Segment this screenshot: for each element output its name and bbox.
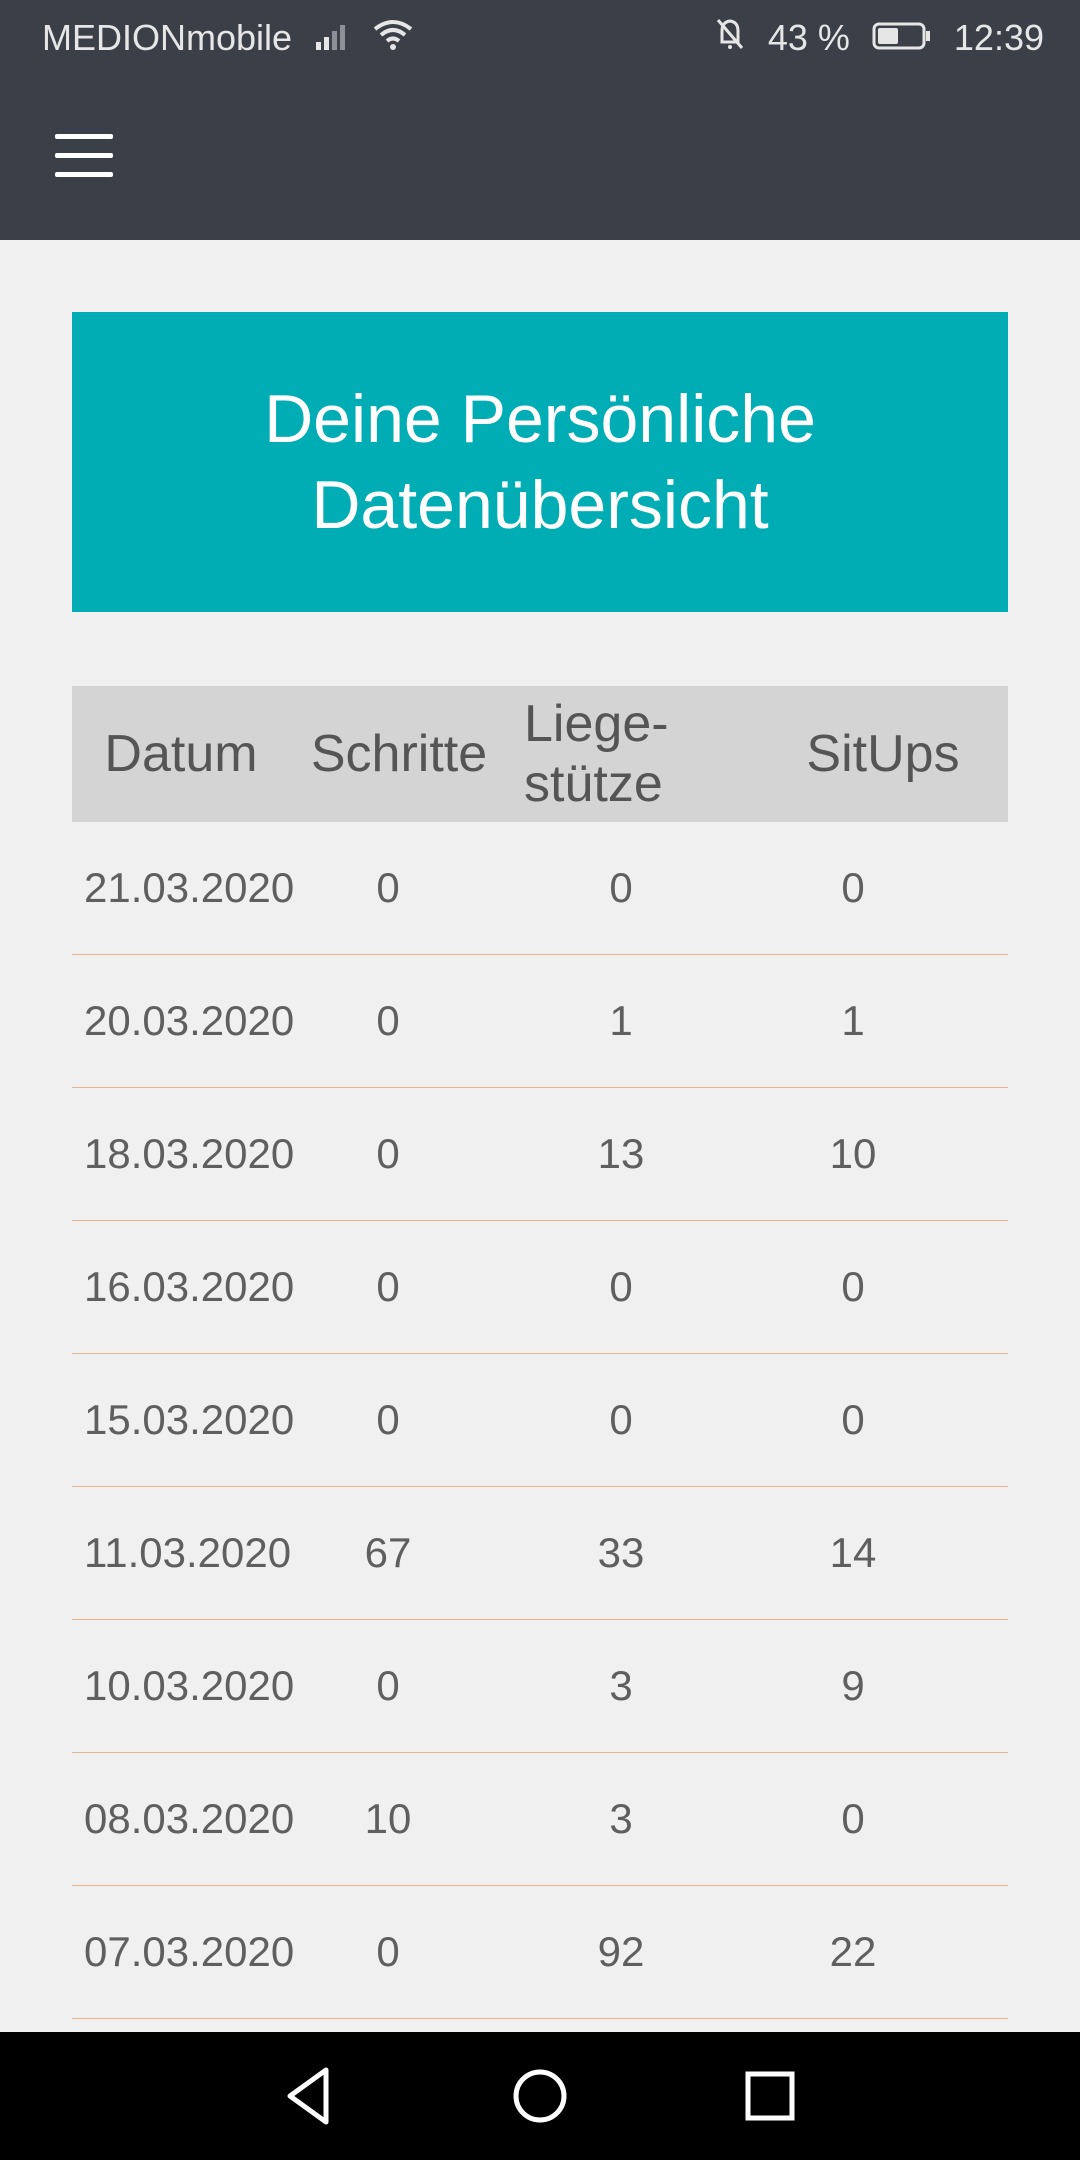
cell-situps: 0 xyxy=(841,1263,865,1310)
cell-pushups: 0 xyxy=(609,864,633,911)
cell-pushups: 0 xyxy=(609,1396,633,1443)
cell-steps: 0 xyxy=(376,997,400,1044)
wifi-icon xyxy=(372,17,414,60)
cell-steps: 10 xyxy=(364,1795,412,1842)
menu-icon[interactable] xyxy=(55,134,113,178)
signal-icon xyxy=(314,17,350,59)
table-row: 18.03.2020 0 13 10 xyxy=(72,1088,1008,1221)
cell-date: 20.03.2020 xyxy=(84,997,295,1044)
cell-date: 21.03.2020 xyxy=(84,864,295,911)
cell-steps: 0 xyxy=(376,1662,400,1709)
header-pushups-line-1: Liege- xyxy=(524,695,669,753)
cell-date: 07.03.2020 xyxy=(84,1928,295,1975)
recents-square-icon[interactable] xyxy=(730,2056,810,2136)
table-row: 08.03.2020 10 3 0 xyxy=(72,1753,1008,1886)
cell-steps: 0 xyxy=(376,1263,400,1310)
cell-pushups: 3 xyxy=(609,1795,633,1842)
header-situps: SitUps xyxy=(806,725,960,783)
table-row: 07.03.2020 0 92 22 xyxy=(72,1886,1008,2019)
cell-pushups: 3 xyxy=(609,1662,633,1709)
page-title-line-2: Datenübersicht xyxy=(311,467,769,543)
table-row: 20.03.2020 0 1 1 xyxy=(72,955,1008,1088)
cell-situps: 9 xyxy=(841,1662,865,1709)
header-date: Datum xyxy=(104,725,258,783)
cell-situps: 1 xyxy=(841,997,865,1044)
battery-percent: 43 % xyxy=(767,17,850,58)
table-row: 15.03.2020 0 0 0 xyxy=(72,1354,1008,1487)
cell-date: 16.03.2020 xyxy=(84,1263,295,1310)
header-steps: Schritte xyxy=(310,725,488,783)
page-title-line-1: Deine Persönliche xyxy=(264,381,816,457)
cell-pushups: 13 xyxy=(597,1130,645,1177)
cell-date: 11.03.2020 xyxy=(84,1529,292,1576)
cell-date: 10.03.2020 xyxy=(84,1662,295,1709)
cell-pushups: 33 xyxy=(597,1529,645,1576)
cell-steps: 0 xyxy=(376,1396,400,1443)
table-row: 10.03.2020 0 3 9 xyxy=(72,1620,1008,1753)
content-area[interactable]: Deine Persönliche Datenübersicht Datum S… xyxy=(0,240,1080,2032)
cell-situps: 10 xyxy=(829,1130,877,1177)
status-bar: MEDIONmobile 43 % 12:39 xyxy=(0,0,1080,76)
mute-bell-icon xyxy=(714,16,746,61)
table-row: 16.03.2020 0 0 0 xyxy=(72,1221,1008,1354)
table-row: 21.03.2020 0 0 0 xyxy=(72,822,1008,955)
clock: 12:39 xyxy=(953,17,1044,58)
table-row: 11.03.2020 67 33 14 xyxy=(72,1487,1008,1620)
cell-steps: 0 xyxy=(376,1130,400,1177)
cell-date: 08.03.2020 xyxy=(84,1795,295,1842)
cell-steps: 0 xyxy=(376,864,400,911)
cell-pushups: 1 xyxy=(609,997,633,1044)
carrier-name: MEDIONmobile xyxy=(42,17,293,58)
cell-pushups: 0 xyxy=(609,1263,633,1310)
cell-situps: 0 xyxy=(841,1396,865,1443)
cell-situps: 0 xyxy=(841,1795,865,1842)
data-table: Datum Schritte Liege- stütze SitUps 21.0… xyxy=(72,686,1008,2019)
cell-date: 18.03.2020 xyxy=(84,1130,295,1177)
cell-situps: 0 xyxy=(841,864,865,911)
cell-situps: 14 xyxy=(829,1529,877,1576)
battery-icon xyxy=(872,17,932,59)
header-pushups: Liege- stütze xyxy=(508,694,758,814)
cell-date: 15.03.2020 xyxy=(84,1396,295,1443)
cell-pushups: 92 xyxy=(597,1928,645,1975)
page-title-banner: Deine Persönliche Datenübersicht xyxy=(72,312,1008,612)
cell-steps: 0 xyxy=(376,1928,400,1975)
table-header: Datum Schritte Liege- stütze SitUps xyxy=(72,686,1008,822)
home-circle-icon[interactable] xyxy=(500,2056,580,2136)
cell-steps: 67 xyxy=(364,1529,412,1576)
app-bar xyxy=(0,76,1080,240)
cell-situps: 22 xyxy=(829,1928,877,1975)
header-pushups-line-2: stütze xyxy=(524,755,663,813)
system-nav-bar xyxy=(0,2032,1080,2160)
back-triangle-icon[interactable] xyxy=(270,2056,350,2136)
